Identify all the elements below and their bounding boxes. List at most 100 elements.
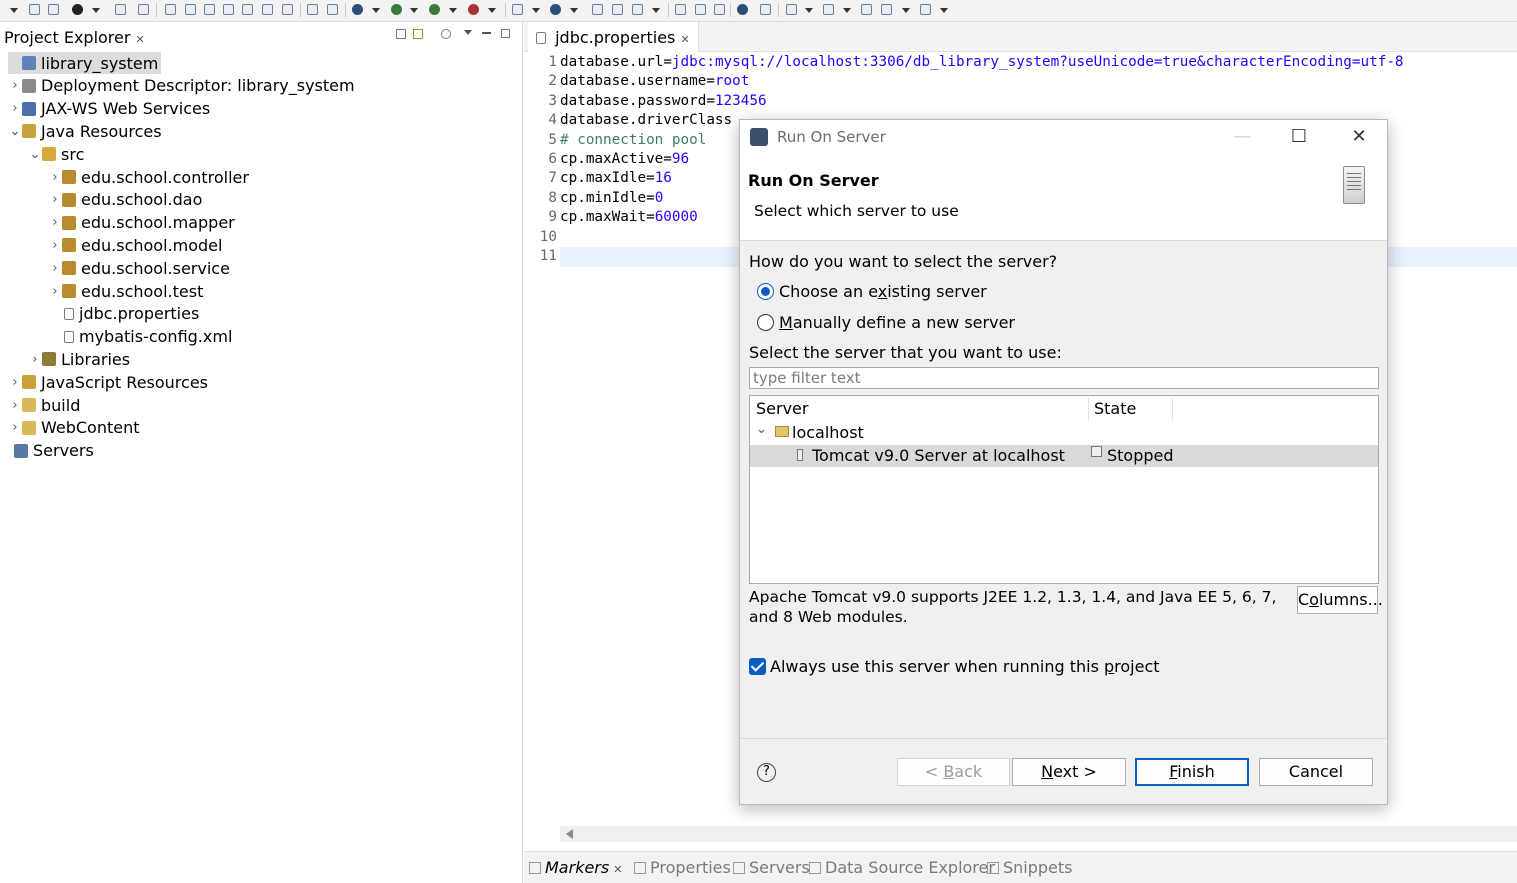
back-icon[interactable] bbox=[881, 4, 892, 15]
horizontal-scrollbar[interactable] bbox=[560, 826, 1517, 842]
close-icon[interactable]: ✕ bbox=[136, 33, 145, 46]
radio-label[interactable]: Manually define a new server bbox=[779, 313, 1015, 332]
finish-button[interactable]: Finish bbox=[1135, 758, 1249, 786]
tab-jdbc-properties[interactable]: jdbc.properties ✕ bbox=[528, 22, 699, 52]
code-line[interactable]: 10 bbox=[524, 229, 560, 248]
save-all-icon[interactable] bbox=[48, 4, 59, 15]
column-divider[interactable] bbox=[1172, 398, 1173, 420]
chevron-right-icon[interactable]: › bbox=[8, 375, 22, 390]
minimize-icon[interactable] bbox=[482, 32, 491, 34]
step-return-icon[interactable] bbox=[282, 4, 293, 15]
close-icon[interactable]: ✕ bbox=[680, 33, 689, 46]
columns-button[interactable]: Columns... bbox=[1297, 586, 1383, 614]
dropdown-arrow-icon[interactable] bbox=[902, 8, 910, 13]
tree-item[interactable]: › edu.school.service bbox=[48, 257, 230, 279]
save-icon[interactable] bbox=[29, 4, 40, 15]
column-header-server[interactable]: Server bbox=[756, 399, 808, 421]
code-line[interactable]: 1 database.url=jdbc:mysql://localhost:330… bbox=[524, 54, 1403, 73]
tab-data-source-explorer[interactable]: Data Source Explorer bbox=[809, 858, 995, 877]
search-icon[interactable] bbox=[632, 4, 643, 15]
tree-item[interactable]: mybatis-config.xml bbox=[48, 326, 232, 348]
toggle-mark-occurrences-icon[interactable] bbox=[675, 4, 686, 15]
dropdown-arrow-icon[interactable] bbox=[532, 8, 540, 13]
dropdown-arrow-icon[interactable] bbox=[449, 8, 457, 13]
code-line[interactable]: 2 database.username=root bbox=[524, 73, 749, 92]
table-row-tomcat[interactable]: Tomcat v9.0 Server at localhost Stopped bbox=[750, 445, 1378, 467]
step-into-icon[interactable] bbox=[242, 4, 253, 15]
tree-item[interactable]: › edu.school.controller bbox=[48, 166, 249, 188]
annotation-icon[interactable] bbox=[760, 4, 771, 15]
help-icon[interactable]: ? bbox=[757, 763, 776, 782]
tree-item[interactable]: › JAX-WS Web Services bbox=[8, 98, 210, 120]
column-header-state[interactable]: State bbox=[1094, 399, 1136, 421]
chevron-right-icon[interactable]: › bbox=[48, 215, 62, 230]
chevron-right-icon[interactable]: › bbox=[48, 261, 62, 276]
tab-project-explorer[interactable]: Project Explorer ✕ bbox=[4, 28, 145, 47]
chevron-right-icon[interactable]: › bbox=[48, 192, 62, 207]
close-icon[interactable]: ✕ bbox=[1331, 122, 1387, 152]
chevron-right-icon[interactable]: › bbox=[8, 101, 22, 116]
tree-item[interactable]: ⌄ src bbox=[28, 143, 85, 165]
coverage-icon[interactable] bbox=[429, 4, 440, 15]
dropdown-arrow-icon[interactable] bbox=[843, 8, 851, 13]
last-edit-icon[interactable] bbox=[861, 4, 872, 15]
scroll-left-icon[interactable] bbox=[566, 829, 573, 839]
tab-snippets[interactable]: Snippets bbox=[987, 858, 1073, 877]
chevron-right-icon[interactable]: › bbox=[28, 352, 42, 367]
maximize-icon[interactable] bbox=[501, 29, 510, 38]
dropdown-arrow-icon[interactable] bbox=[410, 8, 418, 13]
dropdown-arrow-icon[interactable] bbox=[570, 8, 578, 13]
table-row-localhost[interactable]: ⌄ localhost bbox=[750, 422, 1378, 444]
tree-item[interactable]: jdbc.properties bbox=[48, 303, 199, 325]
chevron-right-icon[interactable]: › bbox=[48, 170, 62, 185]
filter-icon[interactable] bbox=[441, 29, 451, 39]
open-task-icon[interactable] bbox=[612, 4, 623, 15]
dropdown-arrow-icon[interactable] bbox=[92, 8, 100, 13]
tree-item[interactable]: › edu.school.dao bbox=[48, 189, 202, 211]
code-line[interactable]: 7 cp.maxIdle=16 bbox=[524, 170, 672, 189]
tree-item[interactable]: › edu.school.model bbox=[48, 234, 222, 256]
tree-item[interactable]: › edu.school.mapper bbox=[48, 212, 234, 234]
tree-item[interactable]: › edu.school.test bbox=[48, 280, 203, 302]
always-use-label[interactable]: Always use this server when running this… bbox=[770, 657, 1160, 676]
skip-breakpoints-icon[interactable] bbox=[138, 4, 149, 15]
tree-item[interactable]: › Deployment Descriptor: library_system bbox=[8, 75, 354, 97]
tree-item[interactable]: › build bbox=[8, 394, 80, 416]
dropdown-arrow-icon[interactable] bbox=[805, 8, 813, 13]
dropdown-arrow-icon[interactable] bbox=[652, 8, 660, 13]
resume-icon[interactable] bbox=[165, 4, 176, 15]
tree-item[interactable]: › Libraries bbox=[28, 348, 130, 370]
tab-properties[interactable]: Properties bbox=[634, 858, 731, 877]
next-button[interactable]: Next > bbox=[1012, 758, 1126, 786]
tree-item[interactable]: Servers bbox=[0, 440, 94, 462]
minimize-icon[interactable]: — bbox=[1214, 122, 1270, 152]
use-step-filters-icon[interactable] bbox=[307, 4, 318, 15]
maximize-icon[interactable]: ☐ bbox=[1271, 122, 1327, 152]
chevron-right-icon[interactable]: › bbox=[8, 78, 22, 93]
view-menu-icon[interactable] bbox=[464, 30, 472, 35]
disconnect-icon[interactable] bbox=[223, 4, 234, 15]
chevron-right-icon[interactable]: › bbox=[48, 284, 62, 299]
debug-icon[interactable] bbox=[352, 4, 363, 15]
web-browser-icon[interactable] bbox=[737, 4, 748, 15]
back-button[interactable]: < Back bbox=[897, 758, 1010, 786]
radio-button[interactable] bbox=[757, 314, 774, 331]
radio-button[interactable] bbox=[757, 283, 774, 300]
dropdown-arrow-icon[interactable] bbox=[10, 8, 18, 13]
tree-item[interactable]: library_system bbox=[8, 52, 162, 74]
terminal-icon[interactable] bbox=[115, 4, 126, 15]
tab-servers[interactable]: Servers bbox=[733, 858, 810, 877]
dialog-titlebar[interactable]: Run On Server — ☐ ✕ bbox=[740, 120, 1387, 154]
tree-item[interactable]: ⌄ Java Resources bbox=[8, 120, 162, 142]
step-over-icon[interactable] bbox=[262, 4, 273, 15]
code-line[interactable]: 11 bbox=[524, 248, 560, 267]
next-annotation-icon[interactable] bbox=[786, 4, 797, 15]
code-line[interactable]: 5 # connection pool bbox=[524, 132, 706, 151]
code-line[interactable]: 9 cp.maxWait=60000 bbox=[524, 209, 697, 228]
chevron-down-icon[interactable]: ⌄ bbox=[28, 147, 42, 162]
toggle-block-selection-icon[interactable] bbox=[695, 4, 706, 15]
filter-input[interactable] bbox=[749, 367, 1379, 389]
tree-item[interactable]: › WebContent bbox=[8, 417, 139, 439]
profile-icon[interactable] bbox=[72, 4, 83, 15]
tree-item[interactable]: › JavaScript Resources bbox=[8, 371, 208, 393]
